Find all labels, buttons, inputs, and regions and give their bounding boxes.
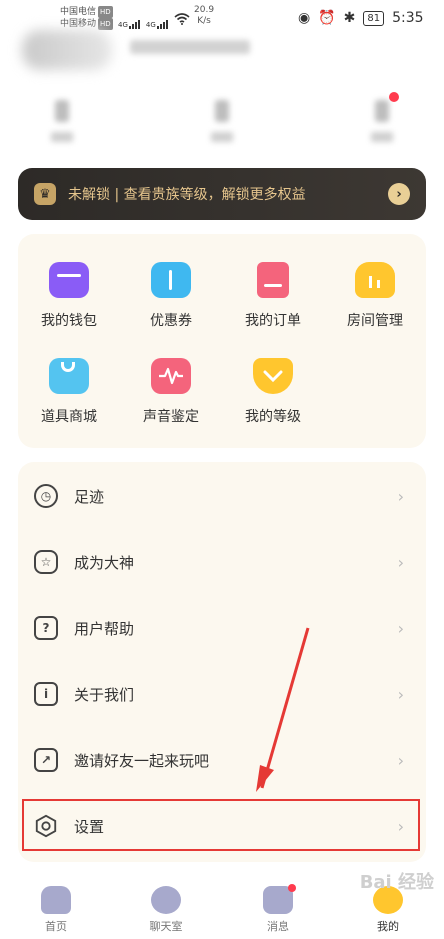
nav-label: 我的 xyxy=(377,920,399,933)
wifi-icon xyxy=(174,10,190,29)
wallet-icon xyxy=(49,262,89,298)
alarm-icon: ⏰ xyxy=(318,10,336,26)
user-id xyxy=(130,40,250,54)
chevron-right-icon: › xyxy=(388,183,410,205)
room-icon xyxy=(355,262,395,298)
nav-messages[interactable]: 消息 xyxy=(248,886,308,934)
watermark-text: Bai 经验 xyxy=(359,872,434,893)
menu-item-invite[interactable]: ↗ 邀请好友一起来玩吧 › xyxy=(18,727,426,793)
bluetooth-icon: ✱ xyxy=(343,10,356,26)
question-icon: ? xyxy=(34,616,58,640)
grid-item-wallet[interactable]: 我的钱包 xyxy=(18,262,120,330)
nav-label: 首页 xyxy=(45,920,67,933)
menu-item-footprint[interactable]: ◷ 足迹 › xyxy=(18,463,426,529)
battery-icon: 81 xyxy=(363,10,385,26)
clock-time: 5:35 xyxy=(392,10,424,26)
speed-value: 20.9 xyxy=(194,5,215,15)
chevron-right-icon: › xyxy=(397,618,404,638)
status-right: ◉ ⏰ ✱ 81 5:35 xyxy=(298,10,424,26)
menu-item-about[interactable]: i 关于我们 › xyxy=(18,661,426,727)
banner-text: 未解锁 | 查看贵族等级，解锁更多权益 xyxy=(68,187,306,203)
coupon-icon xyxy=(151,262,191,298)
grid-label: 我的订单 xyxy=(245,313,301,329)
chatroom-icon xyxy=(151,886,181,914)
nav-label: 消息 xyxy=(267,920,289,933)
carrier-info: 中国电信 HD 中国移动 HD xyxy=(60,6,113,30)
carrier-1: 中国电信 xyxy=(60,7,97,17)
message-unread-dot xyxy=(288,884,296,892)
signal-indicators: 4G 4G xyxy=(118,10,190,29)
nav-label: 聊天室 xyxy=(149,920,183,933)
menu-label: 用户帮助 xyxy=(74,619,135,638)
grid-label: 房间管理 xyxy=(347,313,403,329)
crown-icon: ♛ xyxy=(34,183,56,205)
stat-2[interactable] xyxy=(182,100,262,142)
grid-item-shop[interactable]: 道具商城 xyxy=(18,358,120,426)
grid-item-coupon[interactable]: 优惠券 xyxy=(120,262,222,330)
net-type-2: 4G xyxy=(145,21,156,29)
grid-item-level[interactable]: 我的等级 xyxy=(222,358,324,426)
settings-highlight-box xyxy=(22,799,420,851)
clock-icon: ◷ xyxy=(34,484,58,508)
grid-label: 优惠券 xyxy=(150,313,192,329)
net-type-1: 4G xyxy=(118,21,128,29)
hd-badge-2: HD xyxy=(98,18,113,30)
menu-label: 足迹 xyxy=(74,487,105,506)
speed-unit: K/s xyxy=(197,16,211,26)
noble-unlock-banner[interactable]: ♛ 未解锁 | 查看贵族等级，解锁更多权益 › xyxy=(18,168,426,220)
feature-grid: 我的钱包 优惠券 我的订单 房间管理 道具商城 声音鉴定 我的等级 xyxy=(18,234,426,448)
grid-label: 声音鉴定 xyxy=(143,409,199,425)
menu-item-become-master[interactable]: ☆ 成为大神 › xyxy=(18,529,426,595)
stat-3[interactable] xyxy=(342,100,422,142)
carrier-2: 中国移动 xyxy=(60,19,97,29)
grid-item-room[interactable]: 房间管理 xyxy=(324,262,426,330)
grid-label: 我的等级 xyxy=(245,409,301,425)
net-speed: 20.9 K/s xyxy=(194,5,214,27)
eye-icon: ◉ xyxy=(298,10,311,26)
shop-bag-icon xyxy=(49,358,89,394)
share-icon: ↗ xyxy=(34,748,58,772)
menu-label: 邀请好友一起来玩吧 xyxy=(74,751,210,770)
nav-home[interactable]: 首页 xyxy=(26,886,86,934)
notification-dot xyxy=(389,92,399,102)
voice-wave-icon xyxy=(151,358,191,394)
home-icon xyxy=(41,886,71,914)
chevron-right-icon: › xyxy=(397,750,404,770)
avatar[interactable] xyxy=(22,30,112,70)
chevron-right-icon: › xyxy=(397,552,404,572)
menu-item-help[interactable]: ? 用户帮助 › xyxy=(18,595,426,661)
stat-1[interactable] xyxy=(22,100,102,142)
signal-1-icon: 4G xyxy=(118,20,140,29)
info-icon: i xyxy=(34,682,58,706)
grid-label: 道具商城 xyxy=(41,409,97,425)
grid-item-order[interactable]: 我的订单 xyxy=(222,262,324,330)
menu-label: 关于我们 xyxy=(74,685,135,704)
menu-label: 成为大神 xyxy=(74,553,135,572)
signal-2-icon: 4G xyxy=(146,20,168,29)
grid-label: 我的钱包 xyxy=(41,313,97,329)
chevron-right-icon: › xyxy=(397,486,404,506)
hd-badge-1: HD xyxy=(98,6,113,18)
grid-item-voice[interactable]: 声音鉴定 xyxy=(120,358,222,426)
level-badge-icon xyxy=(253,358,293,394)
star-jar-icon: ☆ xyxy=(34,550,58,574)
order-icon xyxy=(257,262,289,298)
nav-chatroom[interactable]: 聊天室 xyxy=(136,886,196,934)
chevron-right-icon: › xyxy=(397,684,404,704)
